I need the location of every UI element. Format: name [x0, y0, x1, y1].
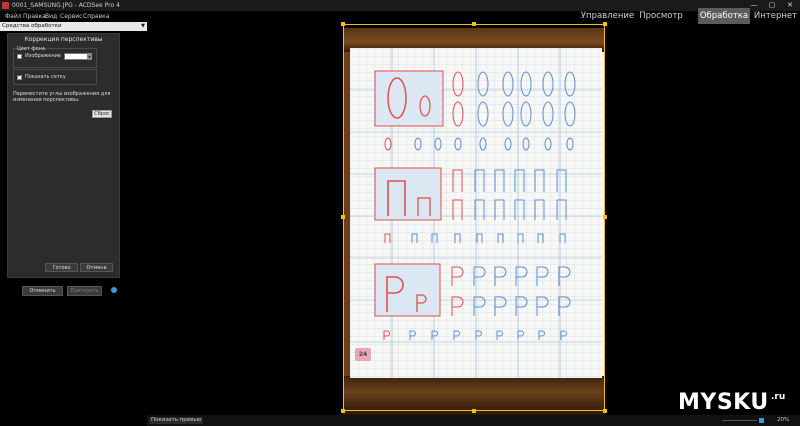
- watermark: MYSKU: [678, 390, 769, 415]
- status-bar: Показать превью 20%: [147, 415, 800, 426]
- tab-manage[interactable]: Управление: [580, 8, 635, 24]
- reset-button[interactable]: Сброс: [92, 110, 112, 118]
- menu-help[interactable]: Справка: [83, 11, 109, 22]
- edge-handle-right[interactable]: [603, 215, 607, 219]
- menu-tools[interactable]: Сервис: [60, 11, 82, 22]
- tool-title: Коррекция перспективы: [24, 36, 103, 43]
- menu-file[interactable]: Файл: [5, 11, 22, 22]
- tab-develop[interactable]: Обработка: [698, 8, 750, 24]
- page-number-badge: 24: [355, 348, 371, 361]
- zoom-slider[interactable]: [722, 420, 757, 421]
- zoom-level[interactable]: 20%: [777, 415, 789, 426]
- mode-tabs: Управление Просмотр Обработка Интернет: [580, 8, 800, 24]
- edge-handle-left[interactable]: [341, 215, 345, 219]
- help-icon[interactable]: [111, 287, 117, 293]
- hint-line-2: изменения перспективы.: [13, 97, 80, 103]
- window-title: 0001_SAMSUNG.JPG - ACDSee Pro 4: [12, 2, 120, 9]
- panel-header[interactable]: Средства обработки ▼: [0, 22, 147, 31]
- bg-color-label: Цвет фона: [17, 46, 46, 52]
- cancel-button[interactable]: Отмена: [80, 263, 113, 272]
- corner-handle-bl[interactable]: [341, 409, 345, 413]
- undo-button[interactable]: Отменить: [22, 286, 63, 296]
- redo-button[interactable]: Повторить: [67, 286, 102, 296]
- menu-view[interactable]: Вид: [45, 11, 57, 22]
- corner-handle-tl[interactable]: [341, 22, 345, 26]
- bg-color-picker[interactable]: ▾: [64, 53, 92, 60]
- corner-handle-br[interactable]: [603, 409, 607, 413]
- perspective-frame: [343, 24, 605, 411]
- color-dropdown-icon[interactable]: ▾: [87, 53, 92, 60]
- chevron-down-icon[interactable]: ▼: [141, 22, 145, 31]
- done-button[interactable]: Готово: [45, 263, 78, 272]
- fit-icon[interactable]: [759, 418, 764, 423]
- tab-online[interactable]: Интернет: [751, 8, 800, 24]
- corner-handle-tr[interactable]: [603, 22, 607, 26]
- panel-header-label: Средства обработки: [2, 23, 62, 29]
- edge-handle-bottom[interactable]: [472, 409, 476, 413]
- tab-view[interactable]: Просмотр: [637, 8, 685, 24]
- show-preview-toggle[interactable]: Показать превью: [149, 417, 204, 424]
- image-checkbox-label: Изображение: [25, 53, 61, 59]
- menu-bar: Файл Правка Вид Сервис Справка: [0, 11, 600, 22]
- watermark-suffix: .ru: [771, 392, 786, 402]
- image-workspace: [147, 22, 800, 415]
- app-icon: [2, 2, 9, 9]
- menu-edit[interactable]: Правка: [23, 11, 46, 22]
- show-grid-checkbox[interactable]: [17, 73, 22, 80]
- edge-handle-top[interactable]: [472, 22, 476, 26]
- image-checkbox[interactable]: [17, 54, 22, 59]
- show-grid-label: Показать сетку: [25, 74, 66, 80]
